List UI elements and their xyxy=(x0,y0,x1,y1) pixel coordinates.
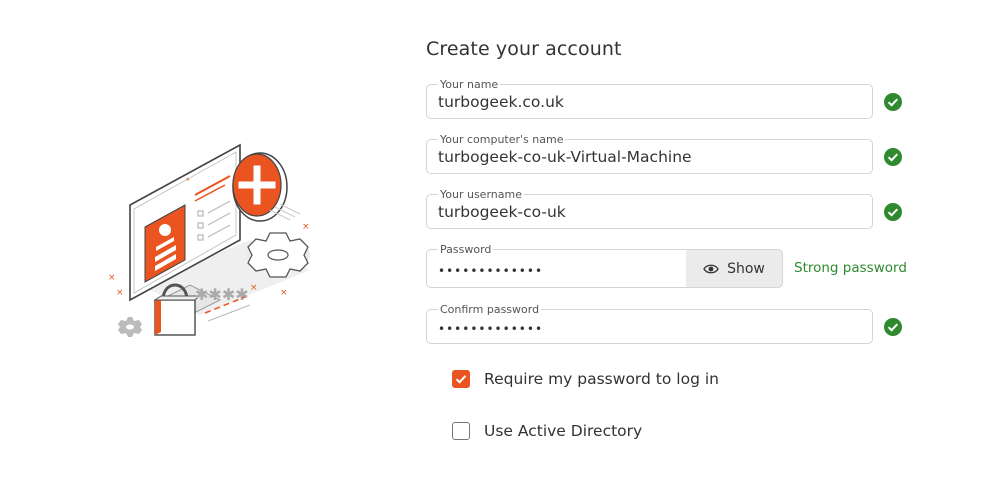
confirm-password-field-label: Confirm password xyxy=(438,303,542,317)
name-field[interactable]: Your name turbogeek.co.uk xyxy=(426,78,873,119)
username-field-value: turbogeek-co-uk xyxy=(438,203,566,221)
name-field-label: Your name xyxy=(438,78,501,92)
account-illustration: ✱✱✱✱ × × × × × ∘ xyxy=(100,135,330,355)
page-title: Create your account xyxy=(426,38,622,60)
confirm-password-field-value: ••••••••••••• xyxy=(438,322,544,336)
check-circle-icon xyxy=(884,318,902,336)
eye-icon xyxy=(703,264,719,273)
confirm-password-field[interactable]: Confirm password ••••••••••••• xyxy=(426,303,873,344)
name-field-value: turbogeek.co.uk xyxy=(438,93,564,111)
svg-text:∘: ∘ xyxy=(185,175,191,185)
username-field-label: Your username xyxy=(438,188,524,202)
active-directory-label: Use Active Directory xyxy=(484,422,643,440)
password-field-value: ••••••••••••• xyxy=(438,264,544,278)
computer-name-field[interactable]: Your computer's name turbogeek-co-uk-Vir… xyxy=(426,133,873,174)
show-password-label: Show xyxy=(727,260,765,277)
svg-text:×: × xyxy=(116,288,124,298)
check-circle-icon xyxy=(884,148,902,166)
require-password-checkbox[interactable] xyxy=(452,370,470,388)
svg-text:×: × xyxy=(250,283,258,293)
check-circle-icon xyxy=(884,203,902,221)
password-field[interactable]: Password ••••••••••••• xyxy=(426,243,687,288)
computer-name-field-label: Your computer's name xyxy=(438,133,566,147)
require-password-label: Require my password to log in xyxy=(484,370,719,388)
checkmark-icon xyxy=(455,375,467,384)
password-field-label: Password xyxy=(438,243,494,257)
active-directory-checkbox[interactable] xyxy=(452,422,470,440)
svg-text:×: × xyxy=(108,273,116,283)
require-password-option[interactable]: Require my password to log in xyxy=(452,370,719,388)
computer-name-field-value: turbogeek-co-uk-Virtual-Machine xyxy=(438,148,692,166)
svg-text:×: × xyxy=(280,288,288,298)
active-directory-option[interactable]: Use Active Directory xyxy=(452,422,642,440)
svg-text:✱✱✱✱: ✱✱✱✱ xyxy=(195,285,249,304)
check-circle-icon xyxy=(884,93,902,111)
show-password-button[interactable]: Show xyxy=(686,249,783,288)
svg-text:×: × xyxy=(302,222,310,232)
username-field[interactable]: Your username turbogeek-co-uk xyxy=(426,188,873,229)
password-strength: Strong password xyxy=(794,260,907,276)
